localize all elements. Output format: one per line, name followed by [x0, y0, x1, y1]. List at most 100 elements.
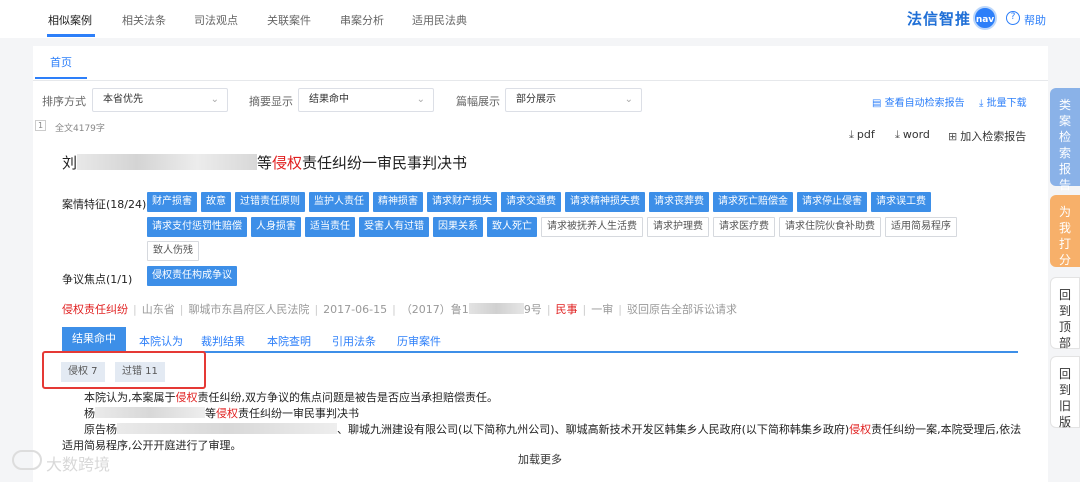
subtab-hit-results[interactable]: 结果命中: [62, 327, 126, 351]
feature-tag[interactable]: 监护人责任: [309, 192, 369, 212]
meta-province: 山东省: [141, 303, 175, 316]
feature-tag[interactable]: 请求丧葬费: [649, 192, 709, 212]
keyword-highlight: 侵权: [216, 407, 238, 420]
pdf-download-button[interactable]: ⤓ pdf: [849, 128, 875, 142]
feature-tag[interactable]: 请求死亡赔偿金: [713, 192, 793, 212]
active-tab-indicator: [47, 34, 95, 37]
tab-similar-cases[interactable]: 相似案例: [48, 12, 92, 28]
help-icon[interactable]: ?: [1006, 11, 1020, 25]
meta-outcome: 驳回原告全部诉讼请求: [626, 303, 737, 316]
meta-date: 2017-06-15: [323, 303, 388, 316]
feature-tag[interactable]: 致人伤残: [147, 241, 199, 261]
tab-home[interactable]: 首页: [35, 49, 87, 79]
tab-civil-code[interactable]: 适用民法典: [412, 12, 467, 28]
brand-name: 法信智推: [907, 10, 972, 28]
sort-select-value: 本省优先: [103, 94, 143, 105]
subtab-cited-laws[interactable]: 引用法条: [332, 333, 376, 349]
result-index[interactable]: 1: [35, 120, 46, 131]
feature-tag[interactable]: 人身损害: [251, 217, 301, 237]
feature-tag[interactable]: 受害人有过错: [359, 217, 429, 237]
meta-cause[interactable]: 侵权责任纠纷: [62, 303, 128, 316]
summary-label: 摘要显示: [249, 95, 293, 108]
subtab-judgment[interactable]: 裁判结果: [201, 333, 245, 349]
text: 杨: [84, 407, 95, 420]
tab-series-analysis[interactable]: 串案分析: [340, 12, 384, 28]
text: 原告杨: [84, 423, 117, 436]
word-label: word: [902, 128, 930, 141]
chevron-down-icon: ⌄: [416, 94, 425, 105]
top-nav: 相似案例 相关法条 司法观点 关联案件 串案分析 适用民法典 法信智推 nav …: [0, 0, 1080, 38]
redacted-text: [95, 407, 205, 418]
meta-case-no-suffix: 9号: [523, 303, 542, 316]
watermark-text: 大数跨境: [46, 455, 111, 474]
feature-tag[interactable]: 请求支付惩罚性赔偿: [147, 217, 247, 237]
load-more-button[interactable]: 加载更多: [518, 451, 562, 467]
subtab-facts[interactable]: 本院查明: [267, 333, 311, 349]
feature-tag[interactable]: 精神损害: [373, 192, 423, 212]
feature-tag[interactable]: 因果关系: [433, 217, 483, 237]
keyword-highlight: 侵权: [849, 423, 872, 436]
subtab-court-opinion[interactable]: 本院认为: [139, 333, 183, 349]
feature-tag[interactable]: 请求被抚养人生活费: [541, 217, 643, 237]
subtab-history[interactable]: 历审案件: [397, 333, 441, 349]
title-part: 责任纠纷一审民事判决书: [302, 154, 468, 172]
body-line-3: 原告杨 、聊城九洲建设有限公司(以下简称九州公司)、聊城高新技术开发区韩集乡人民政…: [84, 421, 1021, 437]
text: 、聊城九洲建设有限公司(以下简称九州公司)、聊城高新技术开发区韩集乡人民政府(以…: [337, 423, 850, 436]
help-link[interactable]: 帮助: [1024, 12, 1046, 28]
tab-related-laws[interactable]: 相关法条: [122, 12, 166, 28]
text: 等: [205, 407, 216, 420]
meta-court: 聊城市东昌府区人民法院: [188, 303, 310, 316]
feature-tag[interactable]: 请求精神损失费: [565, 192, 645, 212]
pdf-label: pdf: [856, 128, 875, 141]
feature-tag[interactable]: 适用简易程序: [885, 217, 957, 237]
document-title[interactable]: 刘 等侵权责任纠纷一审民事判决书: [62, 152, 467, 173]
title-prefix: 刘: [62, 154, 78, 172]
length-select[interactable]: 部分展示 ⌄: [505, 88, 642, 112]
meta-level: 一审: [591, 303, 614, 316]
length-select-value: 部分展示: [516, 94, 556, 105]
sort-select[interactable]: 本省优先 ⌄: [92, 88, 228, 112]
side-label: 类案检索报告: [1058, 98, 1071, 192]
feature-tag[interactable]: 请求交通费: [501, 192, 561, 212]
feature-tag[interactable]: 财产损害: [147, 192, 197, 212]
rate-me-side-button[interactable]: 为我打分: [1050, 195, 1080, 267]
add-report-button[interactable]: ⊞ 加入检索报告: [948, 128, 1026, 144]
watermark-logo-icon: [12, 450, 42, 470]
back-to-top-side-button[interactable]: 回到顶部: [1050, 277, 1080, 350]
text: 本院认为,本案属于: [84, 391, 176, 404]
body-line-1: 本院认为,本案属于侵权责任纠纷,双方争议的焦点问题是被告是否应当承担赔偿责任。: [84, 389, 498, 405]
view-report-link[interactable]: ▤ 查看自动检索报告: [872, 94, 965, 109]
tabbar-divider: [33, 80, 1048, 81]
chevron-down-icon: ⌄: [210, 94, 219, 105]
redacted-text: [77, 154, 258, 170]
feature-tag[interactable]: 致人死亡: [487, 217, 537, 237]
feature-tag[interactable]: 过错责任原则: [235, 192, 305, 212]
length-label: 篇幅展示: [456, 95, 500, 108]
tab-related-cases[interactable]: 关联案件: [267, 12, 311, 28]
text: 责任纠纷一审民事判决书: [238, 407, 359, 420]
batch-download-link[interactable]: ⤓ 批量下载: [979, 94, 1027, 109]
redacted-text: [468, 303, 524, 314]
features-label: 案情特征(18/24): [62, 198, 147, 211]
text: 责任纠纷,双方争议的焦点问题是被告是否应当承担赔偿责任。: [197, 391, 499, 404]
feature-tag[interactable]: 请求财产损失: [427, 192, 497, 212]
summary-select-value: 结果命中: [309, 94, 349, 105]
feature-tag[interactable]: 请求住院伙食补助费: [779, 217, 881, 237]
summary-select[interactable]: 结果命中 ⌄: [298, 88, 434, 112]
feature-tag[interactable]: 故意: [201, 192, 231, 212]
word-download-button[interactable]: ⤓ word: [895, 128, 930, 142]
feature-tag[interactable]: 请求医疗费: [713, 217, 775, 237]
dispute-tag[interactable]: 侵权责任构成争议: [147, 266, 237, 286]
download-icon: ⤓: [849, 128, 854, 141]
case-report-side-button[interactable]: 类案检索报告: [1050, 88, 1080, 192]
feature-tag[interactable]: 请求护理费: [647, 217, 709, 237]
feature-tag[interactable]: 适当责任: [305, 217, 355, 237]
feature-tag[interactable]: 请求误工费: [871, 192, 931, 212]
back-to-old-side-button[interactable]: 回到旧版: [1050, 356, 1080, 429]
feature-tag[interactable]: 请求停止侵害: [797, 192, 867, 212]
text: 责任纠纷一案,本院受理后,依法: [871, 423, 1022, 436]
batch-download-label: 批量下载: [986, 98, 1027, 109]
tab-judicial-views[interactable]: 司法观点: [194, 12, 238, 28]
meta-case-no: （2017）鲁1: [400, 303, 469, 316]
keyword-highlight: 侵权: [175, 391, 198, 404]
